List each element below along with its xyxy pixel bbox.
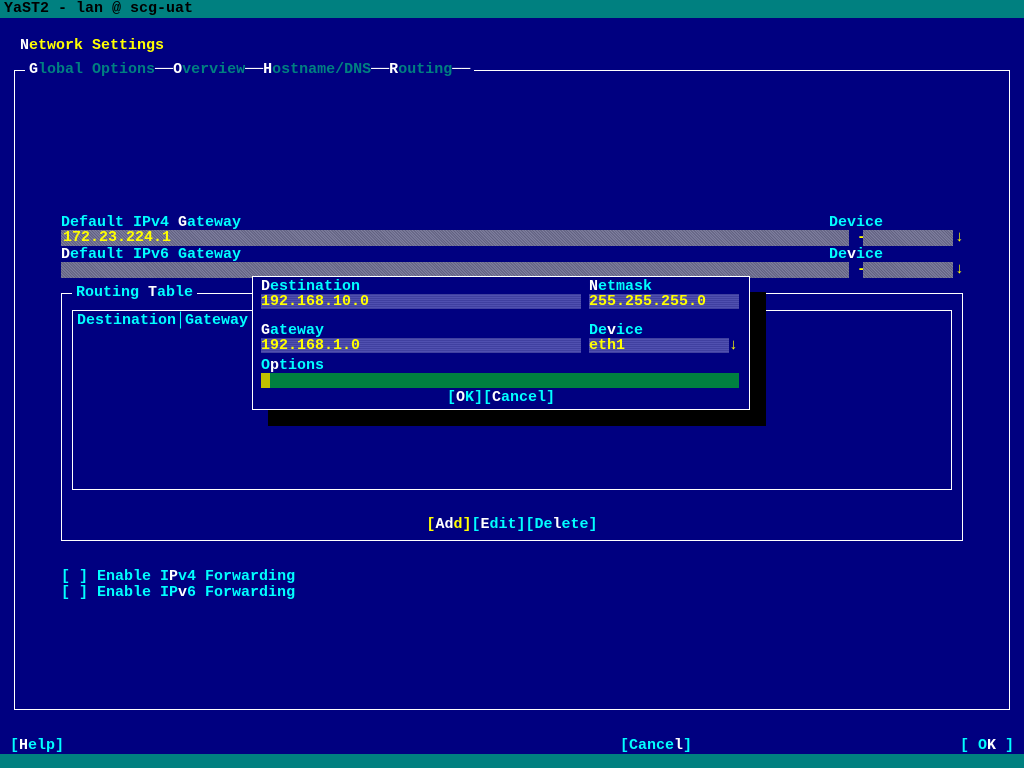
ipv4-device-dropdown[interactable] xyxy=(863,230,953,246)
main-panel: Network Settings Global Options──Overvie… xyxy=(0,18,1024,750)
destination-input[interactable]: 192.168.10.0 xyxy=(261,294,581,309)
help-button[interactable]: [Help] xyxy=(10,738,64,753)
gateway-label: Gateway xyxy=(261,323,324,338)
cancel-button[interactable]: [Cancel] xyxy=(620,738,692,753)
ipv6-gateway-label: Default IPv6 Gateway xyxy=(61,247,963,262)
delete-button[interactable]: [Delete] xyxy=(526,516,598,533)
ipv6-gateway-row: Default IPv6 Gateway Device - ↓ xyxy=(61,247,963,262)
ipv6-device-dropdown[interactable] xyxy=(863,262,953,278)
routing-table-buttons: [Add][Edit][Delete] xyxy=(62,517,962,532)
titlebar-text: YaST2 - lan @ scg-uat xyxy=(4,0,193,17)
dialog-buttons: [OK][Cancel] xyxy=(253,390,749,405)
titlebar: YaST2 - lan @ scg-uat xyxy=(0,0,1024,18)
dialog-ok-button[interactable]: [OK] xyxy=(447,389,483,406)
ipv4-gateway-row: Default IPv4 Gateway Device 172.23.224.1… xyxy=(61,215,963,230)
bottom-bar: [Help] [Cancel] [ OK ] xyxy=(0,738,1024,754)
route-entry-dialog: Destination Netmask 192.168.10.0 255.255… xyxy=(252,276,750,410)
options-input[interactable] xyxy=(261,373,739,388)
enable-ipv6-forwarding-checkbox[interactable]: [ ] Enable IPv6 Forwarding xyxy=(61,585,295,600)
tab-overview[interactable]: Overview xyxy=(173,61,245,78)
gateway-input[interactable]: 192.168.1.0 xyxy=(261,338,581,353)
ipv4-gateway-input[interactable]: 172.23.224.1 xyxy=(61,230,849,246)
routing-table-title: Routing Table xyxy=(72,285,197,300)
enable-ipv4-forwarding-checkbox[interactable]: [ ] Enable IPv4 Forwarding xyxy=(61,569,295,584)
ipv4-gateway-label: Default IPv4 Gateway xyxy=(61,215,963,230)
tab-global-options[interactable]: Global Options xyxy=(29,61,155,78)
chevron-down-icon[interactable]: ↓ xyxy=(729,338,738,353)
tab-routing[interactable]: Routing xyxy=(389,61,452,78)
netmask-label: Netmask xyxy=(589,279,652,294)
options-label: Options xyxy=(261,358,324,373)
ipv4-device-label: Device xyxy=(829,215,883,230)
ok-button[interactable]: [ OK ] xyxy=(960,738,1014,753)
add-button[interactable]: [Add] xyxy=(426,516,471,533)
edit-button[interactable]: [Edit] xyxy=(471,516,525,533)
page-title: Network Settings xyxy=(20,38,164,53)
dialog-cancel-button[interactable]: [Cancel] xyxy=(483,389,555,406)
netmask-input[interactable]: 255.255.255.0 xyxy=(589,294,739,309)
tab-hostname-dns[interactable]: Hostname/DNS xyxy=(263,61,371,78)
chevron-down-icon[interactable]: ↓ xyxy=(955,230,964,245)
chevron-down-icon[interactable]: ↓ xyxy=(955,262,964,277)
ipv6-device-label: Device xyxy=(829,247,883,262)
device-label: Device xyxy=(589,323,643,338)
text-cursor xyxy=(261,373,270,388)
device-dropdown[interactable]: eth1 xyxy=(589,338,729,353)
tab-bar: Global Options──Overview──Hostname/DNS──… xyxy=(25,62,474,77)
destination-label: Destination xyxy=(261,279,360,294)
